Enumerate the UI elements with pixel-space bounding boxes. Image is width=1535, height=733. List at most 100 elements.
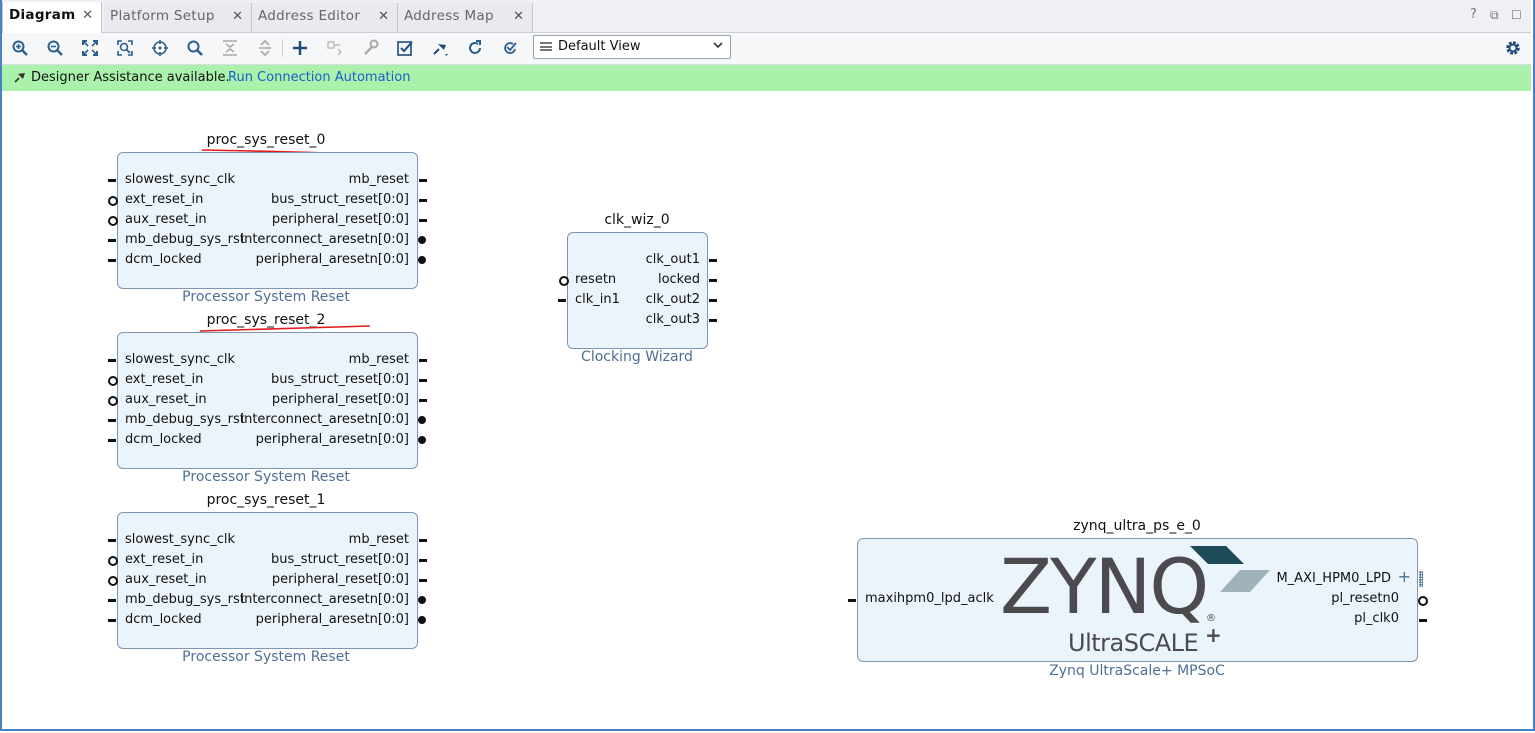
restore-icon[interactable]: ⧉ [1490, 8, 1499, 23]
properties-icon[interactable] [359, 37, 381, 59]
block-clk-wiz-0[interactable]: resetn clk_in1 clk_out1 locked clk_out2 … [567, 232, 708, 349]
close-icon[interactable]: ✕ [82, 8, 93, 23]
search-icon[interactable] [184, 37, 206, 59]
pin-stub[interactable] [419, 379, 427, 382]
pin-bubble[interactable] [108, 576, 118, 586]
pin-stub[interactable] [419, 219, 427, 222]
pin-icon[interactable] [429, 37, 451, 59]
pin-stub[interactable] [108, 259, 116, 262]
block-type-label: Zynq UltraScale+ MPSoC [1049, 663, 1225, 679]
pin-stub[interactable] [419, 179, 427, 182]
output-pin-label: M_AXI_HPM0_LPD [1276, 571, 1391, 586]
pin-bubble[interactable] [108, 196, 118, 206]
maximize-icon[interactable]: ☐ [1511, 8, 1522, 22]
pin-stub[interactable] [108, 179, 116, 182]
input-pin-label: slowest_sync_clk [125, 172, 235, 187]
block-type-label: Processor System Reset [182, 289, 350, 305]
regenerate-layout-icon[interactable] [464, 37, 486, 59]
pin-stub[interactable] [709, 259, 717, 262]
zoom-out-icon[interactable] [44, 37, 66, 59]
settings-icon[interactable] [1502, 37, 1524, 59]
expand-all-icon[interactable] [254, 37, 276, 59]
diagram-canvas[interactable]: proc_sys_reset_0 slowest_sync_clk ext_re… [2, 91, 1531, 729]
close-icon[interactable]: ✕ [378, 9, 389, 24]
pin-stub[interactable] [1419, 619, 1427, 622]
input-pin-label: resetn [575, 272, 617, 287]
collapse-all-icon[interactable] [219, 37, 241, 59]
pin-stub[interactable] [709, 319, 717, 322]
input-pin-label: ext_reset_in [125, 192, 204, 207]
output-pin-label: mb_reset [348, 172, 409, 187]
block-instance-name: proc_sys_reset_0 [206, 132, 326, 148]
pin-icon [14, 73, 25, 83]
output-pin-label: bus_struct_reset[0:0] [271, 552, 409, 567]
add-ip-icon[interactable] [289, 37, 311, 59]
expand-interface-icon[interactable]: + [1398, 567, 1411, 586]
close-icon[interactable]: ✕ [513, 9, 524, 24]
block-proc-sys-reset-2[interactable]: slowest_sync_clk ext_reset_in aux_reset_… [117, 332, 418, 469]
tab-diagram[interactable]: Diagram ✕ [2, 2, 102, 33]
help-icon[interactable]: ? [1470, 7, 1477, 22]
block-proc-sys-reset-0[interactable]: slowest_sync_clk ext_reset_in aux_reset_… [117, 152, 418, 289]
zoom-in-icon[interactable] [9, 37, 31, 59]
run-connection-automation-link[interactable]: Run Connection Automation [228, 70, 410, 85]
optimize-routing-icon[interactable] [499, 37, 521, 59]
pin-stub[interactable] [558, 299, 566, 302]
input-pin-label: aux_reset_in [125, 392, 207, 407]
pin-stub[interactable] [419, 359, 427, 362]
pin-stub[interactable] [419, 559, 427, 562]
pin-bubble[interactable] [108, 556, 118, 566]
pin-stub[interactable] [108, 539, 116, 542]
close-icon[interactable]: ✕ [232, 9, 243, 24]
input-pin-label: mb_debug_sys_rst [125, 592, 245, 607]
pin-bubble[interactable] [418, 256, 426, 264]
output-pin-label: bus_struct_reset[0:0] [271, 372, 409, 387]
block-zynq-ultra-ps-e-0[interactable]: maxihpm0_lpd_aclk M_AXI_HPM0_LPD pl_rese… [857, 538, 1418, 662]
output-pin-label: peripheral_reset[0:0] [271, 212, 409, 227]
center-icon[interactable] [149, 37, 171, 59]
chevron-down-icon [713, 42, 723, 49]
pin-bubble[interactable] [418, 236, 426, 244]
pin-stub[interactable] [419, 579, 427, 582]
axi-interface-pin[interactable] [1419, 571, 1423, 587]
tab-address-editor[interactable]: Address Editor ✕ [252, 3, 398, 32]
block-proc-sys-reset-1[interactable]: slowest_sync_clk ext_reset_in aux_reset_… [117, 512, 418, 649]
pin-bubble[interactable] [418, 616, 426, 624]
pin-stub[interactable] [108, 239, 116, 242]
pin-stub[interactable] [419, 199, 427, 202]
pin-bubble[interactable] [559, 276, 569, 286]
validate-design-icon[interactable] [394, 37, 416, 59]
tab-label: Address Editor [258, 8, 361, 24]
designer-assistance-banner: Designer Assistance available. Run Conne… [2, 65, 1531, 91]
pin-stub[interactable] [419, 539, 427, 542]
pin-stub[interactable] [709, 299, 717, 302]
input-pin-label: maxihpm0_lpd_aclk [865, 591, 994, 606]
pin-bubble[interactable] [108, 376, 118, 386]
pin-bubble[interactable] [108, 216, 118, 226]
pin-stub[interactable] [108, 619, 116, 622]
make-connection-icon[interactable] [324, 37, 346, 59]
pin-stub[interactable] [108, 599, 116, 602]
logo-plus-mark: + [1205, 623, 1222, 647]
fit-selection-icon[interactable] [114, 37, 136, 59]
pin-stub[interactable] [848, 599, 856, 602]
pin-bubble[interactable] [418, 436, 426, 444]
tab-label: Address Map [404, 8, 494, 24]
pin-bubble[interactable] [108, 396, 118, 406]
pin-stub[interactable] [709, 279, 717, 282]
input-pin-label: dcm_locked [125, 252, 202, 267]
pin-stub[interactable] [108, 419, 116, 422]
pin-bubble[interactable] [1418, 596, 1428, 606]
pin-stub[interactable] [419, 399, 427, 402]
tab-platform-setup[interactable]: Platform Setup ✕ [104, 3, 252, 32]
pin-stub[interactable] [108, 359, 116, 362]
tab-address-map[interactable]: Address Map ✕ [398, 3, 533, 32]
fit-view-icon[interactable] [79, 37, 101, 59]
pin-bubble[interactable] [418, 596, 426, 604]
tab-label: Platform Setup [110, 8, 215, 24]
pin-bubble[interactable] [418, 416, 426, 424]
output-pin-label: interconnect_aresetn[0:0] [240, 232, 409, 247]
view-select[interactable]: Default View [533, 35, 731, 59]
block-instance-name: zynq_ultra_ps_e_0 [1073, 518, 1201, 534]
pin-stub[interactable] [108, 439, 116, 442]
